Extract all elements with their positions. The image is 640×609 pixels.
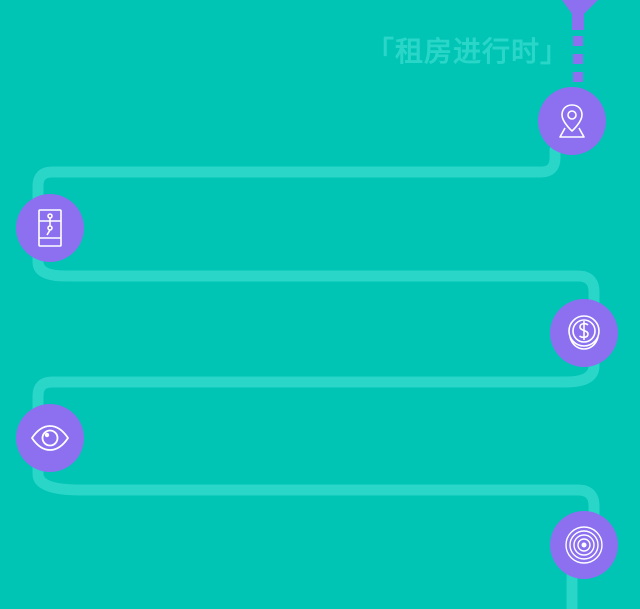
step-viewing-node[interactable] <box>16 404 84 472</box>
eye-icon <box>30 425 70 451</box>
dollar-coin-icon <box>568 315 600 350</box>
step-payment-node[interactable] <box>550 299 618 367</box>
contract-envelope-icon <box>38 209 62 247</box>
timeline-path <box>32 0 600 609</box>
page-title: 「租房进行时」 <box>366 35 570 68</box>
top-connector-arrow <box>562 0 598 30</box>
map-pin-icon <box>559 104 585 138</box>
winding-track <box>32 144 600 609</box>
step-target-node[interactable] <box>550 511 618 579</box>
target-rings-icon <box>565 526 603 564</box>
rental-process-timeline: 「租房进行时」 <box>0 0 640 609</box>
step-location-node[interactable] <box>538 87 606 155</box>
step-contract-node[interactable] <box>16 194 84 262</box>
